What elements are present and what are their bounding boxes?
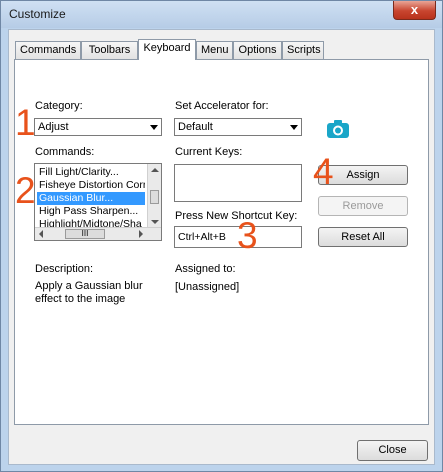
commands-vertical-scrollbar[interactable] bbox=[147, 164, 161, 228]
close-button[interactable]: Close bbox=[357, 440, 428, 461]
category-label: Category: bbox=[35, 100, 83, 112]
annotation-2: 2 bbox=[15, 170, 36, 211]
chevron-down-icon bbox=[290, 125, 298, 130]
scroll-up-icon[interactable] bbox=[151, 168, 159, 172]
category-dropdown[interactable]: Adjust bbox=[34, 118, 162, 136]
commands-list[interactable]: Fill Light/Clarity... Fisheye Distortion… bbox=[34, 163, 162, 241]
accelerator-label: Set Accelerator for: bbox=[175, 100, 269, 112]
dialog-client-area: Commands Toolbars Keyboard Menu Options … bbox=[8, 29, 435, 465]
annotation-3: 3 bbox=[237, 215, 258, 256]
customize-window: Customize x Commands Toolbars Keyboard M… bbox=[0, 0, 443, 472]
scroll-down-icon[interactable] bbox=[151, 220, 159, 224]
tab-keyboard[interactable]: Keyboard bbox=[138, 39, 196, 60]
accelerator-dropdown[interactable]: Default bbox=[174, 118, 302, 136]
list-item[interactable]: High Pass Sharpen... bbox=[37, 205, 145, 218]
title-bar[interactable]: Customize x bbox=[1, 1, 442, 28]
list-item[interactable]: Fill Light/Clarity... bbox=[37, 166, 145, 179]
chevron-down-icon bbox=[150, 125, 158, 130]
current-keys-label: Current Keys: bbox=[175, 146, 243, 158]
tab-options[interactable]: Options bbox=[233, 41, 282, 59]
keyboard-tab-panel: Category: Adjust Set Accelerator for: De… bbox=[14, 59, 429, 425]
accelerator-value: Default bbox=[178, 121, 213, 133]
close-icon: x bbox=[410, 2, 419, 17]
scroll-left-icon[interactable] bbox=[39, 230, 43, 238]
list-item-selected[interactable]: Gaussian Blur... bbox=[37, 192, 145, 205]
camera-icon bbox=[327, 120, 349, 138]
commands-label: Commands: bbox=[35, 146, 95, 158]
new-shortcut-value: Ctrl+Alt+B bbox=[178, 231, 226, 243]
description-label: Description: bbox=[35, 263, 94, 275]
description-text: Apply a Gaussian blur effect to the imag… bbox=[35, 280, 143, 305]
tab-scripts[interactable]: Scripts bbox=[282, 41, 324, 59]
scroll-right-icon[interactable] bbox=[139, 230, 143, 238]
annotation-4: 4 bbox=[313, 151, 334, 192]
current-keys-list[interactable] bbox=[174, 164, 302, 202]
window-title: Customize bbox=[9, 7, 66, 21]
list-item[interactable]: Fisheye Distortion Corr bbox=[37, 179, 145, 192]
scroll-thumb[interactable]: III bbox=[65, 229, 105, 239]
category-value: Adjust bbox=[38, 121, 69, 133]
annotation-1: 1 bbox=[15, 102, 36, 143]
close-window-button[interactable]: x bbox=[393, 1, 436, 20]
tab-menu[interactable]: Menu bbox=[196, 41, 233, 59]
commands-horizontal-scrollbar[interactable]: III bbox=[35, 227, 161, 240]
assigned-to-label: Assigned to: bbox=[175, 263, 236, 275]
assigned-to-value: [Unassigned] bbox=[175, 281, 240, 293]
tab-commands[interactable]: Commands bbox=[15, 41, 81, 59]
reset-all-button[interactable]: Reset All bbox=[318, 227, 408, 247]
scroll-thumb[interactable] bbox=[150, 190, 159, 204]
tab-toolbars[interactable]: Toolbars bbox=[81, 41, 138, 59]
remove-button[interactable]: Remove bbox=[318, 196, 408, 216]
